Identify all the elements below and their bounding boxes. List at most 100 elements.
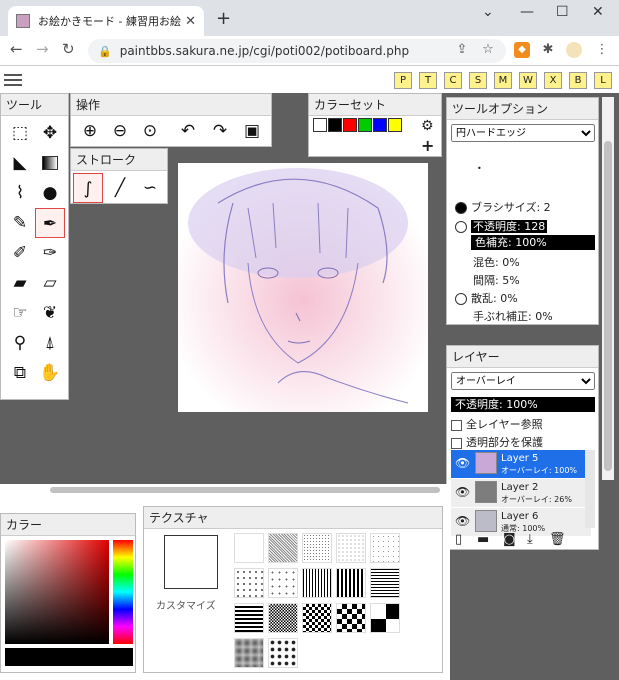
browser-tab[interactable]: お絵かきモード - 練習用お絵かき掲示 ✕ — [8, 6, 204, 36]
zoom-reset-icon[interactable]: ⊙ — [135, 116, 165, 146]
layer-row[interactable]: 👁 Layer 6 通常: 100% — [451, 508, 591, 536]
share-icon[interactable]: ⇪ — [454, 42, 470, 58]
opacity-row[interactable]: 不透明度: 128 — [455, 218, 548, 234]
folder-icon[interactable]: ▬ — [477, 532, 489, 547]
texture-swatch[interactable] — [336, 603, 366, 633]
brush-icon[interactable]: ⍋ — [35, 328, 65, 358]
color-fill-bar[interactable]: 色補充: 100% — [471, 235, 595, 250]
extensions-puzzle-icon[interactable]: ✱ — [540, 42, 556, 58]
close-tab-icon[interactable]: ✕ — [185, 14, 196, 29]
eye-icon[interactable]: 👁 — [455, 485, 470, 499]
texture-swatch[interactable] — [370, 568, 400, 598]
color-swatch[interactable] — [328, 118, 342, 132]
mix-label[interactable]: 混色: 0% — [473, 254, 520, 270]
texture-swatch[interactable] — [302, 603, 332, 633]
texture-swatch[interactable] — [370, 603, 400, 633]
brush-type-select[interactable]: 円ハードエッジ — [451, 124, 595, 142]
texture-swatch[interactable] — [268, 638, 298, 668]
maximize-icon[interactable]: ☐ — [556, 4, 569, 20]
fountain-pen-icon[interactable]: ✑ — [35, 238, 65, 268]
texture-swatch[interactable] — [268, 568, 298, 598]
straight-line-icon[interactable]: ╱ — [105, 173, 135, 203]
color-swatch[interactable] — [343, 118, 357, 132]
hamburger-menu-icon[interactable] — [4, 71, 22, 87]
scatter-row[interactable]: 散乱: 0% — [455, 290, 518, 306]
layer-opacity-bar[interactable]: 不透明度: 100% — [451, 397, 595, 412]
texture-swatch[interactable] — [268, 533, 298, 563]
stabilizer-label[interactable]: 手ぶれ補正: 0% — [473, 308, 553, 324]
layer-row[interactable]: 👁 Layer 2 オーバーレイ: 26% — [451, 479, 591, 507]
undo-icon[interactable]: ↶ — [173, 116, 203, 146]
drawing-canvas[interactable] — [178, 163, 428, 412]
reload-icon[interactable]: ↻ — [62, 40, 75, 58]
merge-down-icon[interactable]: ⤓ — [527, 532, 533, 547]
new-layer-icon[interactable]: ▯ — [455, 532, 462, 547]
airbrush-icon[interactable]: ✐ — [5, 238, 35, 268]
page-scrollbar[interactable] — [602, 97, 614, 480]
shortcut-button-s[interactable]: S — [469, 72, 487, 89]
shortcut-button-t[interactable]: T — [419, 72, 437, 89]
mask-icon[interactable]: ◙ — [503, 532, 516, 547]
brush-size-row[interactable]: ブラシサイズ: 2 — [455, 199, 551, 215]
profile-avatar[interactable] — [566, 42, 582, 58]
blend-mode-select[interactable]: オーバーレイ — [451, 372, 595, 390]
soft-eraser-icon[interactable]: ▱ — [35, 268, 65, 298]
shortcut-button-c[interactable]: C — [444, 72, 462, 89]
new-tab-icon[interactable]: + — [216, 8, 231, 29]
gear-icon[interactable]: ⚙ — [421, 118, 434, 134]
protect-alpha-checkbox[interactable] — [451, 437, 462, 449]
protect-alpha-row[interactable]: 透明部分を保護 — [451, 434, 543, 450]
menu-kebab-icon[interactable]: ⋮ — [594, 42, 610, 58]
save-icon[interactable]: ▣ — [237, 116, 267, 146]
tab-search-icon[interactable]: ⌄ — [482, 4, 494, 20]
zoom-out-icon[interactable]: ⊖ — [105, 116, 135, 146]
extension-shield-icon[interactable]: ◆ — [514, 42, 530, 58]
pencil-icon[interactable]: ✎ — [5, 208, 35, 238]
layer-list-scrollbar[interactable] — [585, 450, 595, 528]
layer-row[interactable]: 👁 Layer 5 オーバーレイ: 100% — [451, 450, 591, 478]
texture-swatch[interactable] — [370, 533, 400, 563]
texture-swatch[interactable] — [336, 533, 366, 563]
move-icon[interactable]: ✥ — [35, 118, 65, 148]
shortcut-button-w[interactable]: W — [519, 72, 537, 89]
opacity-radio[interactable] — [455, 221, 467, 233]
copy-transform-icon[interactable]: ⧉ — [5, 358, 35, 388]
texture-swatch[interactable] — [268, 603, 298, 633]
freehand-stroke-icon[interactable]: ∫ — [73, 173, 103, 203]
eraser-icon[interactable]: ▰ — [5, 268, 35, 298]
horizontal-scrollbar[interactable] — [50, 487, 440, 493]
color-swatch[interactable] — [313, 118, 327, 132]
texture-swatch[interactable] — [234, 603, 264, 633]
interval-label[interactable]: 間隔: 5% — [473, 272, 520, 288]
forward-icon[interactable]: → — [36, 40, 49, 58]
eyedropper-icon[interactable]: ⌇ — [5, 178, 35, 208]
color-swatch[interactable] — [358, 118, 372, 132]
saturation-value-picker[interactable] — [5, 540, 109, 644]
gradient-icon[interactable] — [35, 148, 65, 178]
smudge-icon[interactable]: ☞ — [5, 298, 35, 328]
blur-drop-icon[interactable]: ● — [35, 178, 65, 208]
eye-icon[interactable]: 👁 — [455, 514, 470, 528]
zoom-in-icon[interactable]: ⊕ — [75, 116, 105, 146]
shortcut-button-m[interactable]: M — [494, 72, 512, 89]
hand-icon[interactable]: ✋ — [35, 358, 65, 388]
custom-texture-box[interactable] — [164, 535, 218, 589]
texture-swatch[interactable] — [234, 638, 264, 668]
pen-icon[interactable]: ✒ — [35, 208, 65, 238]
shortcut-button-p[interactable]: P — [394, 72, 412, 89]
close-window-icon[interactable]: ✕ — [592, 4, 604, 20]
texture-swatch[interactable] — [302, 568, 332, 598]
bookmark-star-icon[interactable]: ☆ — [480, 42, 496, 58]
ref-all-checkbox[interactable] — [451, 419, 462, 431]
curve-stroke-icon[interactable]: ∽ — [135, 173, 165, 203]
hue-slider[interactable] — [113, 540, 133, 644]
shortcut-button-x[interactable]: X — [544, 72, 562, 89]
mixer-brush-icon[interactable]: ⚲ — [5, 328, 35, 358]
shortcut-button-l[interactable]: L — [594, 72, 612, 89]
trash-icon[interactable]: 🗑 — [549, 532, 566, 547]
texture-swatch[interactable] — [302, 533, 332, 563]
paint-bucket-icon[interactable]: ◣ — [5, 148, 35, 178]
eye-icon[interactable]: 👁 — [455, 456, 470, 470]
color-swatch[interactable] — [373, 118, 387, 132]
scatter-radio[interactable] — [455, 293, 467, 305]
